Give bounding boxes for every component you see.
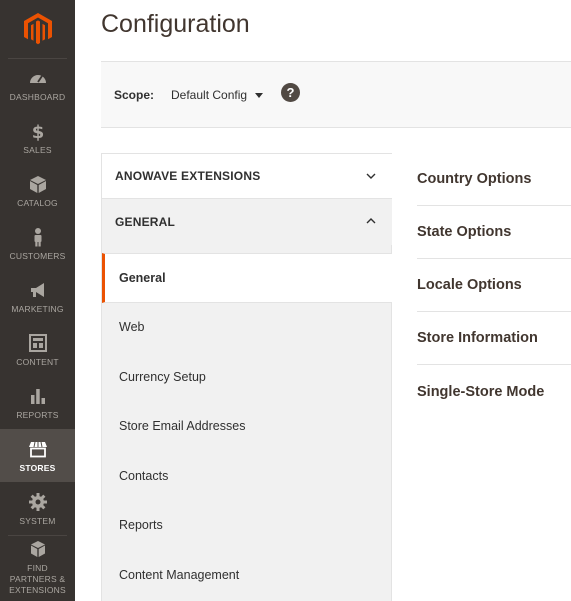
scope-dropdown[interactable]: Default Config	[171, 85, 264, 105]
tab-contacts[interactable]: Contacts	[102, 451, 392, 501]
sidebar-item-reports[interactable]: REPORTS	[0, 376, 75, 429]
tab-section-label: GENERAL	[115, 215, 176, 229]
tab-section-anowave-extensions[interactable]: ANOWAVE EXTENSIONS	[102, 153, 392, 199]
magento-logo-icon[interactable]	[0, 0, 75, 58]
gear-icon	[27, 491, 49, 513]
tab-reports[interactable]: Reports	[102, 501, 392, 551]
config-tabs-panel: ANOWAVE EXTENSIONS GENERAL General Web C…	[101, 153, 392, 601]
group-state-options[interactable]: State Options	[417, 206, 571, 259]
dollar-icon: $	[27, 120, 49, 142]
sidebar-item-sales[interactable]: $ SALES	[0, 111, 75, 164]
tab-content-management[interactable]: Content Management	[102, 550, 392, 600]
layout-icon	[27, 332, 49, 354]
chevron-down-icon	[366, 173, 376, 179]
box-icon	[27, 173, 49, 195]
sidebar-item-dashboard[interactable]: DASHBOARD	[0, 58, 75, 111]
page-title: Configuration	[101, 10, 250, 38]
group-locale-options[interactable]: Locale Options	[417, 259, 571, 312]
megaphone-icon	[27, 279, 49, 301]
group-store-information[interactable]: Store Information	[417, 312, 571, 365]
group-single-store-mode[interactable]: Single-Store Mode	[417, 365, 571, 418]
svg-text:$: $	[31, 122, 44, 141]
sidebar-item-label: SYSTEM	[19, 515, 56, 526]
sidebar-item-content[interactable]: CONTENT	[0, 323, 75, 376]
sidebar-item-label: CUSTOMERS	[9, 250, 66, 261]
general-tab-list: General Web Currency Setup Store Email A…	[102, 253, 392, 600]
sidebar-item-label: STORES	[19, 462, 56, 473]
caret-down-icon	[255, 92, 264, 98]
sidebar-item-system[interactable]: SYSTEM	[0, 482, 75, 535]
group-country-options[interactable]: Country Options	[417, 153, 571, 206]
sidebar-item-customers[interactable]: CUSTOMERS	[0, 217, 75, 270]
bar-chart-icon	[27, 385, 49, 407]
admin-sidebar: DASHBOARD $ SALES CATALOG CUSTOMERS MARK…	[0, 0, 75, 601]
sidebar-item-label: CONTENT	[16, 356, 59, 367]
scope-label: Scope:	[114, 88, 155, 102]
sidebar-item-label: SALES	[23, 144, 52, 155]
person-icon	[27, 226, 49, 248]
help-icon[interactable]: ?	[281, 83, 300, 102]
sidebar-item-label: FIND PARTNERS & EXTENSIONS	[9, 563, 66, 595]
scope-switcher-bar: Scope: Default Config ?	[101, 61, 571, 128]
sidebar-item-label: REPORTS	[16, 409, 59, 420]
tab-section-general[interactable]: GENERAL	[102, 199, 392, 245]
sidebar-item-stores[interactable]: STORES	[0, 429, 75, 482]
sidebar-item-catalog[interactable]: CATALOG	[0, 164, 75, 217]
tab-web[interactable]: Web	[102, 303, 392, 353]
tab-currency-setup[interactable]: Currency Setup	[102, 352, 392, 402]
sidebar-item-label: DASHBOARD	[9, 91, 66, 102]
chevron-up-icon	[366, 218, 376, 224]
tab-store-email-addresses[interactable]: Store Email Addresses	[102, 402, 392, 452]
tab-general[interactable]: General	[102, 253, 392, 303]
sidebar-item-label: CATALOG	[17, 197, 58, 208]
tab-section-label: ANOWAVE EXTENSIONS	[115, 169, 261, 183]
sidebar-item-find-partners[interactable]: FIND PARTNERS & EXTENSIONS	[0, 536, 75, 598]
dashboard-gauge-icon	[27, 67, 49, 89]
storefront-icon	[27, 438, 49, 460]
sidebar-item-marketing[interactable]: MARKETING	[0, 270, 75, 323]
cubes-icon	[27, 538, 49, 560]
scope-dropdown-value: Default Config	[171, 88, 248, 102]
config-groups: Country Options State Options Locale Opt…	[417, 153, 571, 418]
sidebar-item-label: MARKETING	[11, 303, 64, 314]
